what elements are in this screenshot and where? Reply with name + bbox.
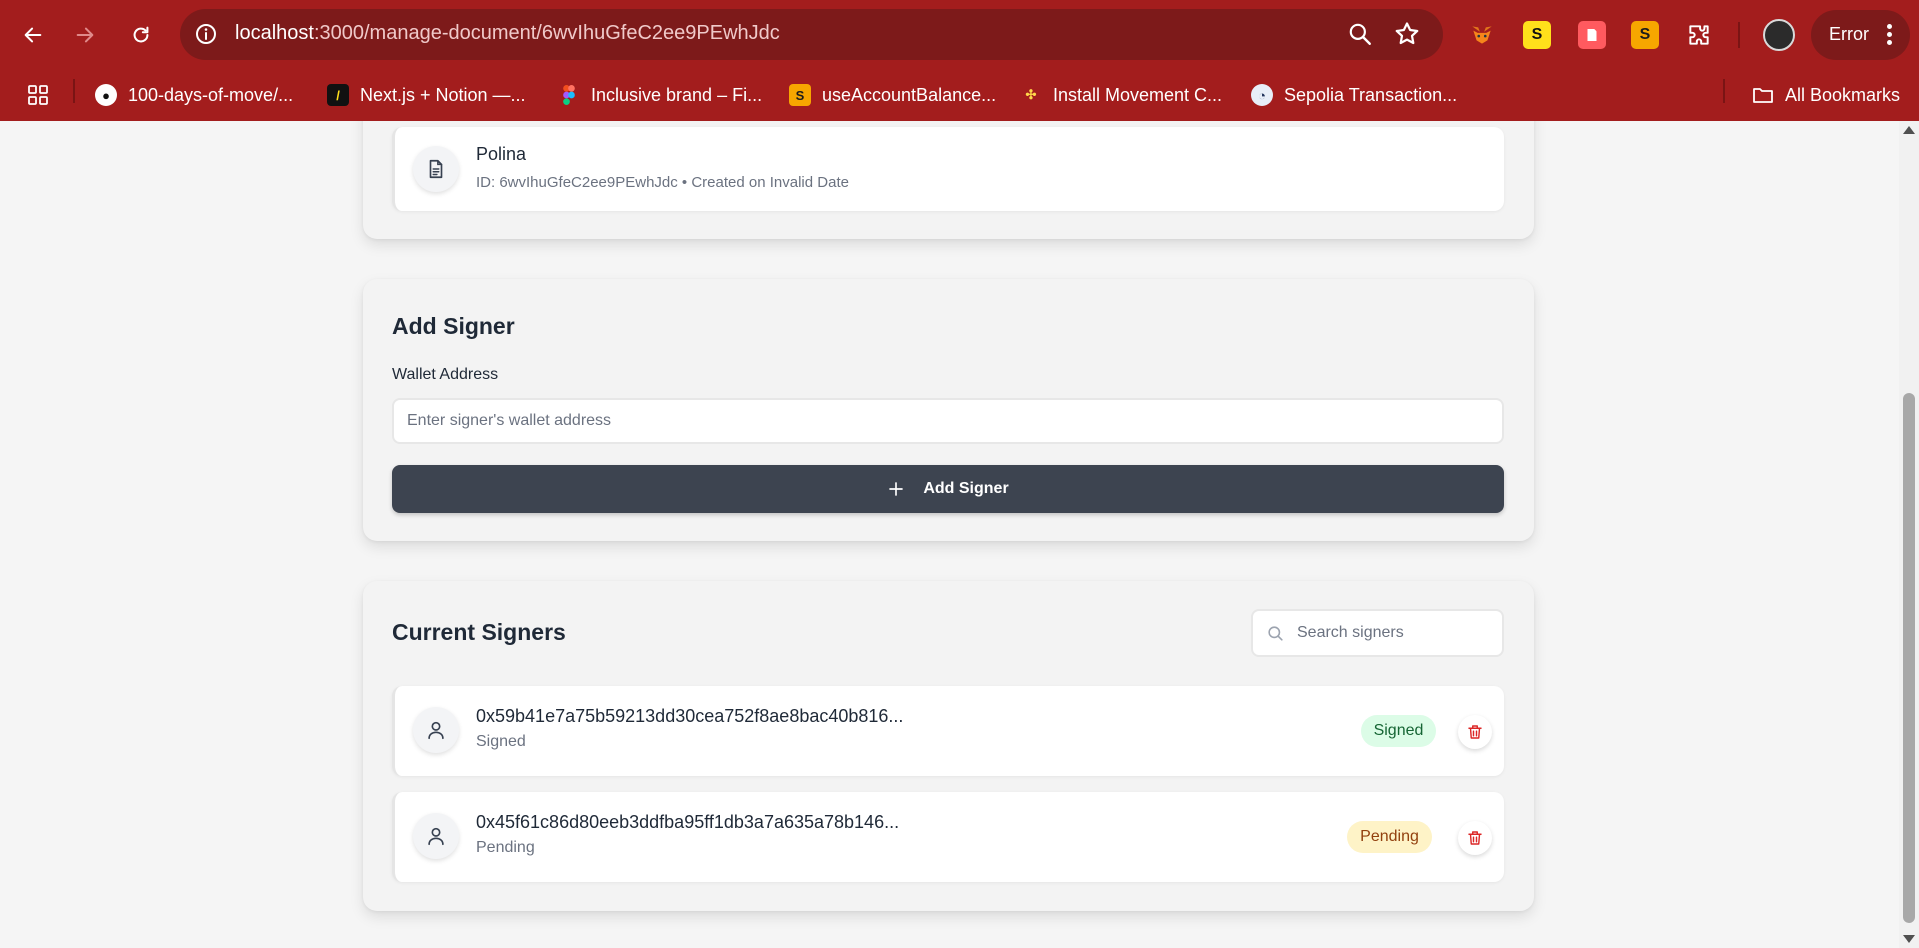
figma-icon — [558, 84, 580, 106]
reload-icon — [133, 26, 149, 43]
delete-signer-button[interactable] — [1458, 715, 1492, 749]
document-icon-circle — [413, 146, 459, 192]
scroll-up-arrow-icon[interactable] — [1903, 126, 1915, 134]
bookmark-label: 100-days-of-move/... — [128, 84, 294, 105]
metamask-extension-icon[interactable] — [1468, 21, 1496, 49]
bookmarks-divider — [73, 79, 75, 103]
sui-extension-icon[interactable]: S — [1631, 21, 1659, 49]
browser-toolbar: localhost:3000/manage-document/6wvIhuGfe… — [0, 0, 1919, 70]
bookmark-label: Sepolia Transaction... — [1284, 84, 1458, 105]
page-viewport: Polina ID: 6wvIhuGfeC2ee9PEwhJdc • Creat… — [0, 121, 1899, 948]
scroll-down-arrow-icon[interactable] — [1903, 935, 1915, 943]
s-extension-icon[interactable]: S — [1523, 21, 1551, 49]
document-icon — [429, 159, 443, 179]
bookmark-label: useAccountBalance... — [822, 84, 997, 105]
folder-icon — [1753, 88, 1773, 103]
url-path: :3000/manage-document/6wvIhuGfeC2ee9PEwh… — [313, 22, 780, 44]
zoom-icon[interactable] — [1347, 21, 1373, 47]
all-bookmarks-label: All Bookmarks — [1785, 84, 1901, 105]
forward-button[interactable] — [67, 17, 103, 53]
bookmarks-bar: ● 100-days-of-move/... / Next.js + Notio… — [0, 70, 1919, 121]
back-button[interactable] — [15, 17, 51, 53]
etherscan-icon: ◔ — [1251, 84, 1273, 106]
wallet-address-input[interactable] — [392, 398, 1504, 444]
bookmark-label: Inclusive brand – Fi... — [591, 84, 763, 105]
address-bar[interactable]: localhost:3000/manage-document/6wvIhuGfe… — [180, 9, 1443, 60]
user-icon-circle — [413, 707, 459, 753]
reload-button[interactable] — [123, 17, 159, 53]
current-signers-title: Current Signers — [392, 619, 566, 645]
extensions-puzzle-icon[interactable] — [1685, 21, 1713, 49]
search-icon — [1268, 626, 1283, 641]
bookmark-label: Install Movement C... — [1053, 84, 1223, 105]
apps-grid-icon — [28, 85, 48, 105]
apps-button[interactable] — [26, 81, 50, 109]
user-icon — [428, 827, 444, 846]
github-icon: ● — [95, 84, 117, 106]
trash-icon — [1468, 725, 1482, 739]
bookmark-item[interactable]: S useAccountBalance... — [789, 81, 996, 109]
signer-status-text: Signed — [476, 733, 526, 750]
browser-chrome: localhost:3000/manage-document/6wvIhuGfe… — [0, 0, 1919, 121]
signer-row: 0x59b41e7a75b59213dd30cea752f8ae8bac40b8… — [392, 686, 1504, 776]
arrow-right-icon — [76, 27, 94, 43]
kebab-menu-icon[interactable] — [1887, 24, 1893, 46]
toolbar-divider — [1738, 22, 1740, 48]
document-title: Polina — [476, 144, 527, 164]
current-signers-card: Current Signers 0x59b41e7a75b59213dd30ce… — [363, 581, 1534, 911]
bookmark-item[interactable]: ✣ Install Movement C... — [1020, 81, 1223, 109]
signer-address: 0x45f61c86d80eeb3ddfba95ff1db3a7a635a78b… — [476, 812, 900, 832]
url-host: localhost — [235, 22, 314, 44]
bookmark-item[interactable]: Inclusive brand – Fi... — [558, 81, 762, 109]
bookmark-label: Next.js + Notion —... — [360, 84, 526, 105]
url-text[interactable]: localhost:3000/manage-document/6wvIhuGfe… — [235, 22, 780, 45]
wagmi-icon: S — [789, 84, 811, 106]
signer-address: 0x59b41e7a75b59213dd30cea752f8ae8bac40b8… — [476, 706, 904, 726]
bookmark-star-icon[interactable] — [1393, 20, 1421, 48]
user-icon-circle — [413, 813, 459, 859]
all-bookmarks-button[interactable]: All Bookmarks — [1751, 81, 1900, 109]
nextjs-notion-icon: / — [327, 84, 349, 106]
add-signer-button[interactable]: Add Signer — [392, 465, 1504, 513]
signer-search[interactable] — [1251, 609, 1504, 657]
page-scrollbar[interactable] — [1899, 121, 1919, 948]
signer-row: 0x45f61c86d80eeb3ddfba95ff1db3a7a635a78b… — [392, 792, 1504, 882]
profile-avatar[interactable] — [1763, 19, 1795, 51]
notes-extension-icon[interactable] — [1578, 21, 1606, 49]
delete-signer-button[interactable] — [1458, 821, 1492, 855]
add-signer-card: Add Signer Wallet Address Add Signer — [363, 279, 1534, 541]
signer-search-input[interactable] — [1297, 613, 1497, 653]
document-row: Polina ID: 6wvIhuGfeC2ee9PEwhJdc • Creat… — [392, 127, 1504, 211]
arrow-left-icon — [24, 27, 42, 43]
bookmark-item[interactable]: / Next.js + Notion —... — [327, 81, 526, 109]
status-badge-pending: Pending — [1347, 821, 1432, 853]
movement-icon: ✣ — [1025, 87, 1037, 102]
profile-error-button[interactable]: Error — [1811, 10, 1910, 60]
user-icon — [428, 721, 444, 740]
bookmarks-divider — [1723, 79, 1725, 103]
signer-status-text: Pending — [476, 839, 535, 856]
document-meta: ID: 6wvIhuGfeC2ee9PEwhJdc • Created on I… — [476, 174, 849, 191]
wallet-address-label: Wallet Address — [392, 366, 499, 383]
profile-error-label: Error — [1829, 24, 1869, 44]
site-info-icon[interactable] — [194, 22, 218, 46]
scrollbar-thumb[interactable] — [1903, 393, 1915, 923]
bookmark-item[interactable]: ● 100-days-of-move/... — [95, 81, 293, 109]
bookmark-item[interactable]: ◔ Sepolia Transaction... — [1251, 81, 1457, 109]
plus-icon — [889, 482, 904, 496]
document-card: Polina ID: 6wvIhuGfeC2ee9PEwhJdc • Creat… — [363, 121, 1534, 239]
add-signer-title: Add Signer — [392, 313, 515, 339]
trash-icon — [1468, 831, 1482, 845]
status-badge-signed: Signed — [1361, 715, 1436, 747]
add-signer-button-label: Add Signer — [923, 480, 1009, 497]
